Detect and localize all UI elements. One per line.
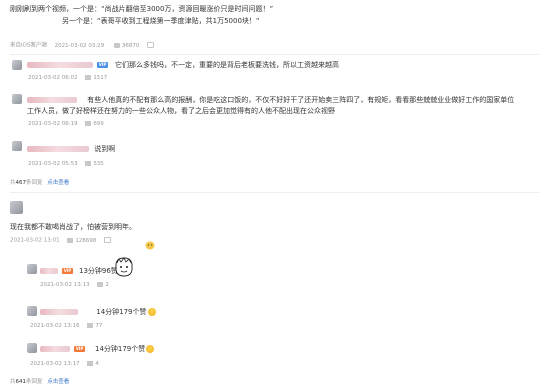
user-badge: VIP: [74, 346, 85, 352]
comment-likes: 699: [93, 121, 104, 127]
post-source: 来自iOS客户端: [10, 42, 47, 49]
comment-time: 2021-03-02 06:02: [28, 75, 78, 81]
reply-time: 2021-03-02 13:16: [30, 323, 80, 329]
reply-button[interactable]: [147, 42, 156, 49]
username-blurred[interactable]: [40, 268, 58, 274]
reply-count: 641: [15, 379, 27, 385]
reply-likes: 2: [105, 282, 109, 288]
like-button[interactable]: 36870: [113, 42, 141, 49]
reply-time: 2021-03-02 13:17: [30, 361, 80, 367]
reply-text: 14分钟179个赞: [94, 345, 146, 353]
reply-likes: 77: [95, 323, 103, 329]
comment-2-line-2: 工作人员，做了好榜样还在努力的一些公众人物，看了之后会更加觉得有的人他不配出现在…: [27, 107, 335, 116]
comment-time: 2021-03-02 05:53: [28, 161, 78, 167]
post-text-1: 刚刚刷到两个视频，一个是：“尚战片翻倍至3000万，资源回暖涨价只是时间问题！”: [10, 5, 274, 13]
reply-count-row: 共467条回复 点击查看: [10, 180, 69, 187]
reply-count-suffix: 条回复: [26, 379, 43, 385]
comment-likes: 1517: [93, 75, 108, 81]
view-replies-link[interactable]: 点击查看: [47, 379, 69, 385]
username-blurred[interactable]: [40, 346, 70, 352]
post-text-2: 另一个是：“表哥平收到工程烧第一季度津贴，共1万5000块！”: [62, 17, 260, 25]
like-button[interactable]: 128698: [67, 237, 97, 244]
comment-time: 2021-03-02 13:01: [10, 237, 60, 244]
reply-button[interactable]: [104, 237, 113, 244]
comment-text: 有些人他真的不配有那么高的报酬，你是吃这口饭的，不仅不好好干了还开始卖三阵四了，…: [87, 96, 515, 104]
username-blurred[interactable]: [27, 146, 89, 152]
second-comment: 现在我都不敢喝肖战了，怕被营到明年。: [10, 223, 136, 232]
comment-text: 说到啊: [94, 145, 116, 153]
post-likes: 36870: [121, 42, 140, 49]
comment-likes: 128698: [75, 237, 97, 244]
comment-meta: 2021-03-02 13:01 128698: [10, 237, 113, 245]
comment-text-2: 工作人员，做了好榜样还在努力的一些公众人物，看了之后会更加觉得有的人他不配出现在…: [27, 107, 335, 115]
post-line-1: 刚刚刷到两个视频，一个是：“尚战片翻倍至3000万，资源回暖涨价只是时间问题！”: [10, 5, 273, 14]
reply-3: VIP 14分钟179个赞: [40, 345, 155, 354]
avatar[interactable]: [12, 94, 22, 104]
reply-icon: [147, 42, 155, 48]
like-icon: [85, 121, 92, 126]
user-badge: VIP: [62, 268, 73, 274]
comment-1: VIP 它们那么多钱吗，不一定，重要的是背后老板要洗钱，所以工资越来越高: [27, 61, 339, 70]
user-badge: VIP: [97, 62, 108, 68]
reply-count-row: 共641条回复 点击查看: [10, 379, 69, 386]
emoji-icon: [145, 235, 155, 250]
like-icon: [113, 42, 120, 48]
avatar[interactable]: [10, 201, 23, 214]
like-icon: [97, 282, 104, 287]
post-time: 2021-03-02 03:29: [54, 42, 105, 49]
reply-icon[interactable]: [115, 75, 121, 80]
view-replies-link[interactable]: 点击查看: [47, 180, 69, 186]
avatar[interactable]: [12, 141, 22, 151]
comment-time: 2021-03-02 06:19: [28, 121, 78, 127]
like-icon: [87, 323, 94, 328]
comment-meta: 2021-03-02 06:02 1517: [28, 75, 123, 82]
comment-3: 说到啊: [27, 145, 115, 154]
like-icon: [85, 161, 92, 166]
comment-text: 它们那么多钱吗，不一定，重要的是背后老板要洗钱，所以工资越来越高: [114, 61, 339, 69]
cartoon-face-image: [112, 256, 136, 278]
divider: [10, 54, 540, 55]
reply-count: 467: [15, 180, 27, 186]
reply-meta: 2021-03-02 13:16 77: [30, 323, 102, 330]
reply-count-suffix: 条回复: [26, 180, 43, 186]
like-icon: [87, 361, 94, 366]
like-button[interactable]: 4: [87, 361, 99, 367]
comment-2: 有些人他真的不配有那么高的报酬，你是吃这口饭的，不仅不好好干了还开始卖三阵四了，…: [27, 96, 514, 105]
reply-meta: 2021-03-02 13:13 2: [40, 282, 109, 289]
reply-icon: [104, 237, 112, 243]
avatar[interactable]: [27, 306, 37, 316]
post-line-2: 另一个是：“表哥平收到工程烧第一季度津贴，共1万5000块！”: [62, 17, 260, 26]
avatar[interactable]: [27, 343, 37, 353]
comment-text: 现在我都不敢喝肖战了，怕被营到明年。: [10, 223, 136, 231]
like-button[interactable]: 77: [87, 323, 102, 329]
post-meta: 来自iOS客户端 2021-03-02 03:29 36870: [10, 42, 156, 50]
emoji-icon: [146, 345, 155, 353]
reply-time: 2021-03-02 13:13: [40, 282, 90, 288]
like-button[interactable]: 1517: [85, 75, 107, 81]
like-button[interactable]: 699: [85, 121, 104, 127]
like-button[interactable]: 535: [85, 161, 104, 167]
avatar[interactable]: [12, 60, 22, 70]
comment-meta: 2021-03-02 06:19 699: [28, 121, 104, 128]
avatar[interactable]: [27, 264, 37, 274]
username-blurred[interactable]: [40, 309, 78, 315]
reply-1: VIP 13分钟96赞: [40, 267, 118, 276]
comment-meta: 2021-03-02 05:53 535: [28, 161, 104, 168]
emoji-icon: [147, 308, 156, 316]
username-blurred[interactable]: [27, 97, 77, 103]
divider: [10, 192, 540, 193]
reply-likes: 4: [95, 361, 99, 367]
username-blurred[interactable]: [27, 62, 93, 68]
like-icon: [85, 75, 92, 80]
like-icon: [67, 237, 74, 243]
like-button[interactable]: 2: [97, 282, 109, 288]
reply-meta: 2021-03-02 13:17 4: [30, 361, 99, 368]
reply-2: 14分钟179个赞: [40, 308, 156, 317]
reply-text: 14分钟179个赞: [96, 308, 147, 316]
comment-likes: 535: [93, 161, 104, 167]
